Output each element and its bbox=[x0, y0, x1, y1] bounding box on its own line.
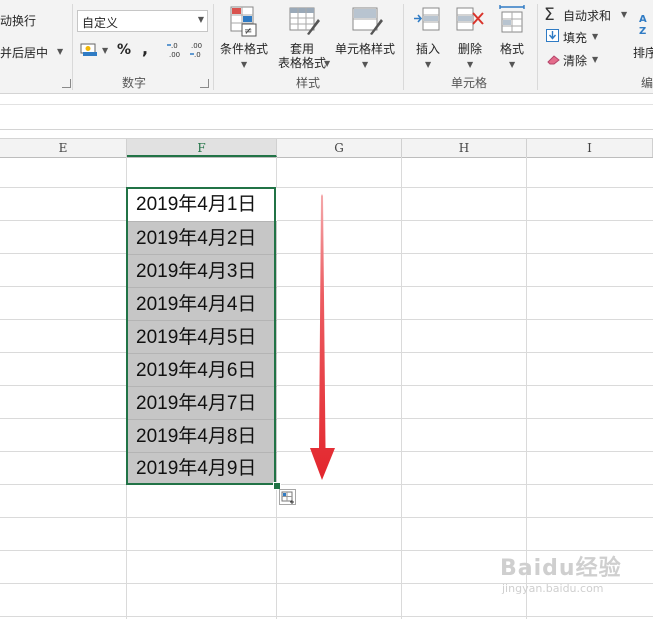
percent-style-button[interactable]: % bbox=[117, 42, 131, 58]
chevron-down-icon: ▼ bbox=[509, 60, 516, 69]
chevron-down-icon: ▼ bbox=[362, 60, 369, 69]
wrap-text-button[interactable]: 动换行 bbox=[0, 12, 36, 29]
conditional-formatting-icon: ≠ bbox=[230, 6, 257, 37]
cell-styles-button[interactable]: 单元格样式 ▼ bbox=[334, 4, 396, 69]
group-separator bbox=[213, 4, 214, 90]
clear-button[interactable]: 清除 bbox=[563, 52, 587, 69]
cell-f7-date[interactable]: 2019年4月7日 bbox=[127, 386, 277, 419]
chevron-down-icon: ▼ bbox=[241, 60, 248, 69]
editing-group-label: 编 bbox=[641, 76, 653, 90]
group-separator bbox=[403, 4, 404, 90]
svg-text:.00: .00 bbox=[191, 42, 202, 50]
fill-icon bbox=[546, 29, 559, 42]
gridline bbox=[0, 187, 653, 188]
chevron-down-icon[interactable]: ▼ bbox=[592, 32, 598, 41]
accounting-dropdown-icon[interactable]: ▼ bbox=[102, 46, 108, 55]
baidu-jingyan-watermark: Baidu经验 jingyan.baidu.com bbox=[500, 550, 622, 595]
cell-f6-date[interactable]: 2019年4月6日 bbox=[127, 353, 277, 386]
gridline bbox=[0, 616, 653, 617]
delete-cells-label: 删除 bbox=[457, 42, 482, 56]
delete-cells-icon bbox=[456, 7, 484, 31]
cells-group-label: 单元格 bbox=[451, 76, 488, 90]
fill-button[interactable]: 填充 bbox=[563, 29, 587, 46]
delete-cells-button[interactable]: 删除 ▼ bbox=[450, 4, 490, 69]
number-dialog-launcher-icon[interactable] bbox=[200, 79, 209, 88]
conditional-formatting-label: 条件格式 bbox=[219, 42, 268, 56]
formula-bar[interactable] bbox=[0, 104, 653, 130]
format-as-table-label-line1: 套用 bbox=[289, 42, 314, 56]
ribbon: 动换行 并后居中 ▼ 自定义 ▼ ▼ % , .0.00 .00.0 数字 ≠ … bbox=[0, 0, 653, 94]
format-cells-label: 格式 bbox=[499, 42, 524, 56]
format-cells-icon bbox=[499, 5, 525, 33]
chevron-down-icon: ▼ bbox=[425, 60, 432, 69]
autofill-options-button[interactable] bbox=[279, 489, 296, 505]
accounting-format-icon[interactable] bbox=[80, 41, 100, 57]
format-as-table-icon bbox=[289, 7, 320, 35]
eraser-icon bbox=[546, 54, 560, 65]
cell-f5-date[interactable]: 2019年4月5日 bbox=[127, 320, 277, 353]
down-arrow-annotation bbox=[310, 194, 335, 480]
svg-text:Z: Z bbox=[639, 26, 646, 36]
format-cells-button[interactable]: 格式 ▼ bbox=[492, 4, 532, 69]
comma-style-button[interactable]: , bbox=[142, 39, 148, 58]
svg-text:≠: ≠ bbox=[244, 26, 252, 37]
autosum-button[interactable]: 自动求和 bbox=[563, 7, 611, 24]
increase-decimal-icon[interactable]: .0.00 bbox=[166, 41, 184, 59]
chevron-down-icon[interactable]: ▼ bbox=[592, 55, 598, 64]
number-format-value: 自定义 bbox=[82, 16, 119, 30]
group-separator bbox=[537, 4, 538, 90]
column-header-e[interactable]: E bbox=[0, 139, 127, 157]
number-group-label: 数字 bbox=[122, 76, 147, 90]
watermark-url: jingyan.baidu.com bbox=[502, 582, 604, 595]
autofill-options-icon bbox=[281, 491, 294, 504]
styles-group-label: 样式 bbox=[296, 76, 321, 90]
svg-text:.0: .0 bbox=[194, 51, 201, 59]
svg-text:.0: .0 bbox=[171, 42, 178, 50]
chevron-down-icon: ▼ bbox=[324, 59, 331, 68]
autosum-icon: Σ bbox=[544, 5, 555, 25]
gridline bbox=[0, 484, 653, 485]
cell-f4-date[interactable]: 2019年4月4日 bbox=[127, 287, 277, 320]
cell-styles-icon bbox=[352, 7, 383, 35]
sort-filter-button[interactable]: 排序 bbox=[633, 44, 653, 61]
watermark-logo-text: Baidu经验 bbox=[500, 556, 622, 581]
alignment-dialog-launcher-icon[interactable] bbox=[62, 79, 71, 88]
column-header-i[interactable]: I bbox=[527, 139, 653, 157]
decrease-decimal-icon[interactable]: .00.0 bbox=[189, 41, 207, 59]
format-as-table-label-line2: 表格格式 bbox=[277, 56, 326, 70]
insert-cells-button[interactable]: 插入 ▼ bbox=[408, 4, 448, 69]
chevron-down-icon[interactable]: ▼ bbox=[621, 10, 627, 19]
insert-cells-icon bbox=[414, 7, 440, 31]
svg-text:A: A bbox=[639, 14, 647, 25]
column-header-h[interactable]: H bbox=[402, 139, 527, 157]
format-as-table-button[interactable]: 套用 表格格式 ▼ bbox=[272, 4, 332, 70]
insert-cells-label: 插入 bbox=[415, 42, 440, 56]
chevron-down-icon: ▼ bbox=[197, 15, 204, 24]
cell-f1-date[interactable]: 2019年4月1日 bbox=[127, 188, 277, 221]
svg-text:.00: .00 bbox=[169, 51, 180, 59]
merge-center-dropdown-icon[interactable]: ▼ bbox=[57, 47, 63, 56]
cell-f2-date[interactable]: 2019年4月2日 bbox=[127, 221, 277, 254]
cell-styles-label: 单元格样式 bbox=[334, 42, 395, 56]
column-header-g[interactable]: G bbox=[277, 139, 402, 157]
cell-f9-date[interactable]: 2019年4月9日 bbox=[127, 452, 277, 484]
gridline bbox=[0, 517, 653, 518]
number-format-select[interactable]: 自定义 ▼ bbox=[77, 10, 208, 32]
chevron-down-icon: ▼ bbox=[467, 60, 474, 69]
column-headers: E F G H I bbox=[0, 138, 653, 158]
merge-center-button[interactable]: 并后居中 bbox=[0, 44, 48, 61]
group-separator bbox=[72, 4, 73, 90]
conditional-formatting-button[interactable]: ≠ 条件格式 ▼ bbox=[216, 4, 272, 69]
cell-f8-date[interactable]: 2019年4月8日 bbox=[127, 419, 277, 452]
cell-f3-date[interactable]: 2019年4月3日 bbox=[127, 254, 277, 287]
column-header-f[interactable]: F bbox=[127, 139, 277, 157]
sort-filter-icon: AZ bbox=[636, 10, 653, 37]
